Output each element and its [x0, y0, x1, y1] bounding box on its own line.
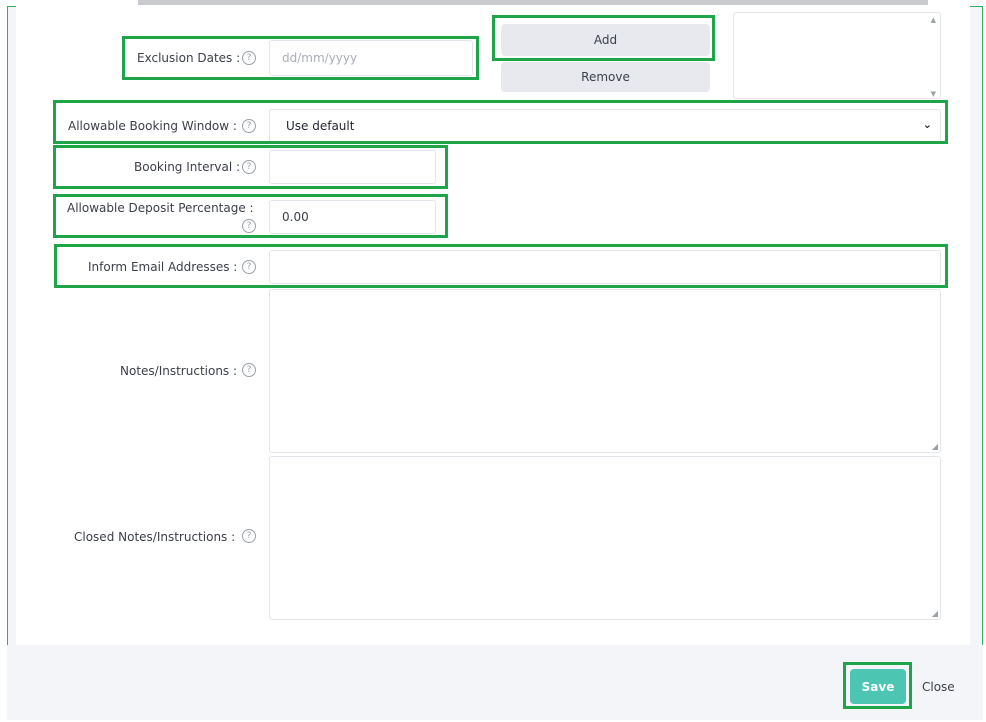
exclusion-dates-label: Exclusion Dates :	[137, 51, 241, 65]
deposit-percentage-input[interactable]: 0.00	[269, 200, 436, 234]
help-icon[interactable]: ?	[242, 363, 256, 377]
notes-textarea[interactable]: ◢	[269, 289, 941, 453]
closed-notes-textarea[interactable]: ◢	[269, 456, 941, 620]
booking-window-value: Use default	[286, 119, 355, 133]
exclusion-date-placeholder: dd/mm/yyyy	[282, 51, 358, 65]
resize-handle-icon[interactable]: ◢	[932, 609, 938, 618]
help-icon[interactable]: ?	[242, 529, 256, 543]
inform-emails-input[interactable]	[269, 250, 941, 284]
deposit-percentage-value: 0.00	[282, 210, 309, 224]
closed-notes-label: Closed Notes/Instructions :	[74, 530, 236, 544]
deposit-percentage-label: Allowable Deposit Percentage :	[67, 201, 254, 215]
help-icon[interactable]: ?	[242, 119, 256, 133]
top-scrollbar[interactable]	[138, 0, 928, 5]
help-icon[interactable]: ?	[242, 219, 256, 233]
booking-window-select[interactable]: Use default ⌄	[269, 109, 941, 143]
help-icon[interactable]: ?	[242, 51, 256, 65]
help-icon[interactable]: ?	[242, 260, 256, 274]
chevron-down-icon: ⌄	[922, 118, 932, 131]
help-icon[interactable]: ?	[242, 160, 256, 174]
inform-emails-label: Inform Email Addresses :	[88, 260, 238, 274]
notes-label: Notes/Instructions :	[120, 364, 238, 378]
remove-button[interactable]: Remove	[501, 62, 710, 92]
exclusion-dates-list[interactable]: ▲ ▼	[733, 12, 941, 99]
modal-footer	[7, 645, 983, 720]
add-button[interactable]: Add	[501, 24, 710, 56]
scroll-down-icon[interactable]: ▼	[931, 90, 936, 98]
save-button[interactable]: Save	[850, 669, 906, 704]
booking-window-label: Allowable Booking Window :	[68, 119, 237, 133]
close-button[interactable]: Close	[922, 680, 955, 694]
booking-interval-label: Booking Interval :	[134, 160, 241, 174]
resize-handle-icon[interactable]: ◢	[932, 442, 938, 451]
exclusion-date-input[interactable]: dd/mm/yyyy	[269, 40, 473, 76]
booking-interval-input[interactable]	[269, 150, 436, 184]
scroll-up-icon[interactable]: ▲	[931, 16, 936, 24]
